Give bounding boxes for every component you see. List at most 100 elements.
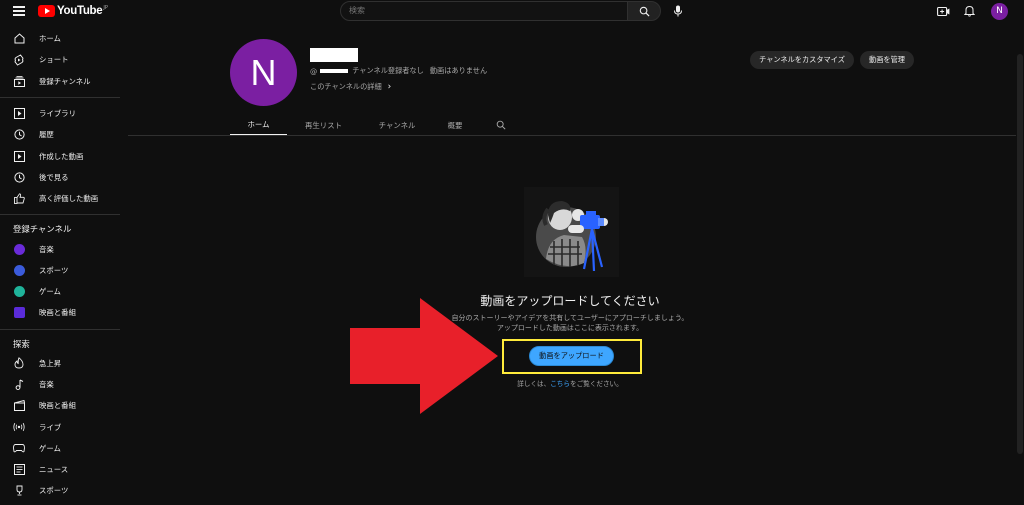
sidebar-item-library[interactable]: ライブラリ (0, 103, 120, 124)
top-bar: YouTube JP N (0, 0, 1024, 24)
logo-region: JP (103, 5, 108, 11)
manage-videos-button[interactable]: 動画を管理 (860, 51, 914, 69)
sidebar-item-home[interactable]: ホーム (0, 28, 120, 49)
account-avatar[interactable]: N (991, 2, 1008, 20)
channel-tabs: ホーム 再生リスト チャンネル 概要 (230, 114, 526, 136)
learn-more-suffix: をご覧ください。 (570, 380, 623, 388)
liked-videos-icon (13, 193, 25, 205)
microphone-icon (674, 5, 682, 17)
channel-meta: @ チャンネル登録者なし 動画はありません (310, 66, 487, 76)
sidebar-item-label: ライブラリ (39, 109, 76, 119)
movies-channel-icon (13, 307, 25, 319)
sidebar-item-label: 高く評価した動画 (39, 194, 99, 204)
sidebar-item-label: 映画と番組 (39, 401, 76, 411)
sports-channel-icon (13, 264, 25, 276)
notifications-button[interactable] (959, 2, 979, 20)
sidebar-item-your-videos[interactable]: 作成した動画 (0, 145, 120, 166)
sidebar-item-label: ニュース (39, 465, 69, 475)
scrollbar-thumb[interactable] (1017, 54, 1023, 454)
sidebar-sub-movies[interactable]: 映画と番組 (0, 302, 120, 323)
channel-details-label: このチャンネルの詳細 (310, 82, 382, 91)
channel-video-count: 動画はありません (429, 66, 488, 75)
sidebar-sub-gaming[interactable]: ゲーム (0, 281, 120, 302)
library-icon (13, 108, 25, 120)
sidebar-item-label: ホーム (39, 34, 61, 44)
channel-handle-redacted (320, 69, 349, 73)
chevron-right-icon: › (387, 82, 392, 92)
customize-channel-button[interactable]: チャンネルをカスタマイズ (750, 51, 854, 69)
channel-avatar: N (230, 39, 297, 106)
sidebar-item-label: スポーツ (39, 486, 69, 496)
sidebar-sub-sports[interactable]: スポーツ (0, 260, 120, 281)
search-box (340, 1, 628, 21)
tab-playlists[interactable]: 再生リスト (287, 114, 360, 136)
sidebar-item-shorts[interactable]: ショート (0, 49, 120, 70)
channel-details-link[interactable]: このチャンネルの詳細 › (310, 82, 391, 92)
gaming-channel-icon (13, 286, 25, 298)
tab-channels[interactable]: チャンネル (360, 114, 434, 136)
sidebar-item-label: 履歴 (39, 130, 54, 140)
watch-later-icon (13, 171, 25, 183)
sidebar-item-history[interactable]: 履歴 (0, 124, 120, 145)
bell-icon (963, 5, 975, 17)
sidebar-item-label: 音楽 (39, 380, 54, 389)
gaming-icon (13, 442, 25, 454)
top-right-actions: N (927, 2, 1008, 20)
sidebar-item-news[interactable]: ニュース (0, 459, 120, 480)
history-icon (13, 129, 25, 141)
search-icon (496, 120, 506, 130)
music-icon (13, 379, 25, 391)
sidebar-item-label: スポーツ (39, 265, 69, 275)
sidebar-item-music[interactable]: 音楽 (0, 374, 120, 395)
sidebar-item-liked-videos[interactable]: 高く評価した動画 (0, 188, 120, 209)
movies-icon (13, 400, 25, 412)
upload-video-button[interactable]: 動画をアップロード (529, 346, 614, 366)
sidebar-divider (0, 214, 120, 216)
create-video-icon (936, 6, 949, 16)
tab-home[interactable]: ホーム (230, 114, 287, 136)
hamburger-menu-icon[interactable] (13, 6, 25, 16)
tab-search[interactable] (476, 114, 526, 136)
live-icon (13, 421, 25, 433)
sidebar-item-label: 登録チャンネル (39, 76, 91, 86)
tab-about[interactable]: 概要 (434, 114, 476, 136)
search-button[interactable] (627, 1, 661, 21)
sidebar-item-label: ライブ (39, 422, 62, 432)
voice-search-button[interactable] (668, 1, 688, 21)
trending-icon (13, 357, 25, 369)
sidebar-item-trending[interactable]: 急上昇 (0, 353, 120, 374)
sidebar-sub-music[interactable]: 音楽 (0, 238, 120, 259)
home-icon (13, 33, 25, 45)
youtube-play-icon (38, 5, 55, 17)
search-icon (639, 6, 650, 17)
subscriptions-heading: 登録チャンネル (13, 224, 72, 235)
tabs-divider (128, 135, 1024, 136)
search-input[interactable] (349, 6, 609, 15)
page-scrollbar[interactable] (1016, 24, 1024, 505)
explore-heading: 探索 (13, 338, 30, 349)
sidebar-item-label: 後で見る (39, 172, 69, 182)
sidebar-item-sports[interactable]: スポーツ (0, 480, 120, 501)
sidebar-item-gaming[interactable]: ゲーム (0, 438, 120, 459)
sidebar-item-label: 急上昇 (39, 358, 62, 368)
learn-more-prefix: 詳しくは、 (517, 380, 551, 388)
logo-text: YouTube (57, 5, 103, 17)
sidebar-divider (0, 96, 120, 98)
sidebar-item-label: 音楽 (39, 244, 54, 254)
sidebar-item-subscriptions[interactable]: 登録チャンネル (0, 71, 120, 92)
red-arrow-annotation (350, 298, 498, 414)
sidebar-item-movies[interactable]: 映画と番組 (0, 395, 120, 416)
music-channel-icon (13, 243, 25, 255)
trophy-icon (13, 485, 25, 497)
upload-illustration (524, 187, 619, 277)
sidebar-item-live[interactable]: ライブ (0, 416, 120, 437)
learn-more-link[interactable]: こちら (550, 380, 570, 388)
news-icon (13, 464, 25, 476)
sidebar-item-watch-later[interactable]: 後で見る (0, 167, 120, 188)
sidebar-item-label: 映画と番組 (39, 308, 76, 318)
sidebar-item-label: ゲーム (39, 443, 61, 453)
your-videos-icon (13, 150, 25, 162)
youtube-logo[interactable]: YouTube JP (38, 5, 108, 17)
create-button[interactable] (933, 2, 953, 20)
sidebar-item-label: ゲーム (39, 287, 61, 297)
